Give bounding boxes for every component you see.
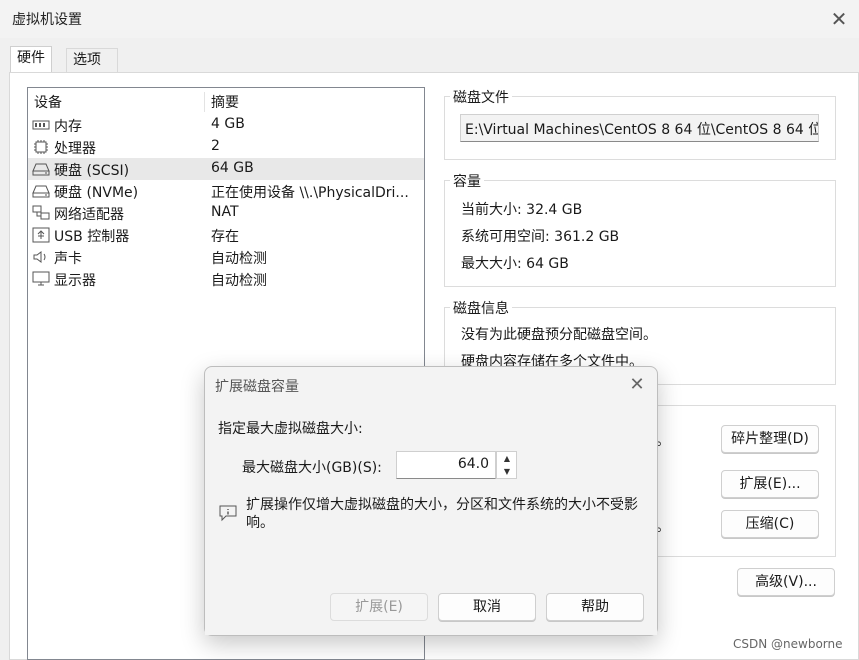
device-summary: 4 GB	[211, 116, 245, 132]
window-titlebar: 虚拟机设置 ✕	[0, 0, 859, 38]
header-device[interactable]: 设备	[34, 92, 62, 112]
usb-icon	[32, 227, 50, 243]
device-list-header: 设备 摘要	[28, 88, 424, 114]
dialog-help-button[interactable]: 帮助	[546, 593, 644, 621]
max-size-label: 最大磁盘大小(GB)(S):	[242, 460, 382, 476]
device-summary: 存在	[211, 229, 239, 245]
device-row-disk-scsi[interactable]: 硬盘 (SCSI) 64 GB	[28, 158, 424, 180]
window-title: 虚拟机设置	[12, 12, 82, 28]
cpu-icon	[34, 140, 48, 154]
device-row-sound[interactable]: 声卡 自动检测	[28, 246, 424, 268]
capacity-title: 容量	[450, 171, 484, 191]
device-row-network[interactable]: 网络适配器 NAT	[28, 202, 424, 224]
tab-hardware[interactable]: 硬件	[10, 46, 52, 72]
utility-text-partial: 。	[656, 433, 670, 449]
dialog-close-icon[interactable]: ✕	[625, 373, 649, 397]
device-row-display[interactable]: 显示器 自动检测	[28, 268, 424, 290]
device-row-disk-nvme[interactable]: 硬盘 (NVMe) 正在使用设备 \\.\PhysicalDri...	[28, 180, 424, 202]
header-summary[interactable]: 摘要	[211, 92, 239, 112]
expand-disk-dialog: 扩展磁盘容量 ✕ 指定最大虚拟磁盘大小: 最大磁盘大小(GB)(S): 64.0…	[204, 366, 658, 636]
header-separator[interactable]	[204, 92, 205, 112]
window-close-icon[interactable]: ✕	[826, 6, 852, 32]
device-name: 显示器	[54, 273, 96, 289]
disk-info-line1: 没有为此硬盘预分配磁盘空间。	[461, 327, 657, 343]
device-summary: 正在使用设备 \\.\PhysicalDri...	[211, 185, 409, 201]
spin-up-icon[interactable]: ▲	[499, 453, 515, 465]
device-summary: 64 GB	[211, 160, 254, 176]
device-name: 硬盘 (NVMe)	[54, 185, 139, 201]
disk-file-title: 磁盘文件	[450, 87, 512, 107]
device-summary: 自动检测	[211, 251, 267, 267]
dialog-info-text: 扩展操作仅增大虚拟磁盘的大小，分区和文件系统的大小不受影响。	[246, 497, 638, 531]
dialog-instruction: 指定最大虚拟磁盘大小:	[218, 421, 363, 437]
device-name: 硬盘 (SCSI)	[54, 163, 130, 179]
advanced-button[interactable]: 高级(V)...	[737, 568, 835, 596]
max-size-input[interactable]: 64.0	[396, 451, 496, 479]
spin-down-icon[interactable]: ▼	[499, 466, 515, 478]
device-name: 声卡	[54, 251, 82, 267]
info-icon	[219, 505, 237, 522]
device-name: 处理器	[54, 141, 96, 157]
device-name: USB 控制器	[54, 229, 130, 245]
device-summary: NAT	[211, 204, 239, 220]
network-icon	[32, 205, 50, 220]
sound-icon	[33, 251, 46, 263]
device-row-processor[interactable]: 处理器 2	[28, 136, 424, 158]
dialog-expand-button[interactable]: 扩展(E)	[330, 593, 428, 621]
tab-options[interactable]: 选项	[66, 48, 118, 72]
watermark-text: CSDN @newborne	[733, 637, 843, 651]
disk-file-path-field[interactable]: E:\Virtual Machines\CentOS 8 64 位\CentOS…	[460, 114, 819, 142]
utility-text-partial: 。	[656, 519, 670, 535]
max-size-spinner: ▲ ▼	[496, 451, 517, 479]
disk-info-title: 磁盘信息	[450, 298, 512, 318]
hard-disk-icon	[32, 163, 50, 176]
dialog-cancel-button[interactable]: 取消	[438, 593, 536, 621]
device-summary: 自动检测	[211, 273, 267, 289]
device-name: 内存	[54, 119, 82, 135]
dialog-title: 扩展磁盘容量	[215, 379, 299, 395]
monitor-icon	[32, 271, 50, 286]
max-size-text: 最大大小: 64 GB	[461, 256, 569, 272]
device-name: 网络适配器	[54, 207, 124, 223]
memory-icon	[32, 120, 50, 130]
available-space-text: 系统可用空间: 361.2 GB	[461, 229, 620, 245]
current-size-text: 当前大小: 32.4 GB	[461, 202, 583, 218]
device-row-usb[interactable]: USB 控制器 存在	[28, 224, 424, 246]
expand-button[interactable]: 扩展(E)...	[721, 470, 819, 498]
device-row-memory[interactable]: 内存 4 GB	[28, 114, 424, 136]
device-summary: 2	[211, 138, 220, 154]
hard-disk-icon	[32, 185, 50, 198]
defragment-button[interactable]: 碎片整理(D)	[721, 425, 819, 453]
compact-button[interactable]: 压缩(C)	[721, 510, 819, 538]
